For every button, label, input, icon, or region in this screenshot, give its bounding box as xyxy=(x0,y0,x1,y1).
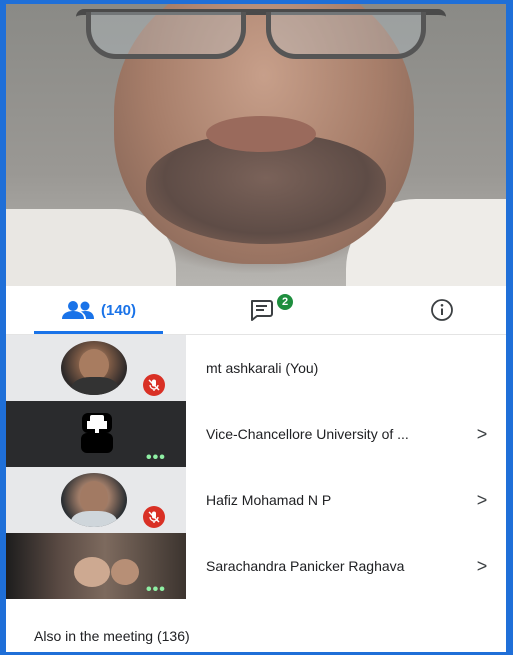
chevron-right-icon[interactable]: > xyxy=(468,424,496,445)
also-in-meeting-heading: Also in the meeting (136) xyxy=(34,628,190,644)
main-speaker-video[interactable] xyxy=(6,4,506,286)
mic-off-icon xyxy=(143,374,165,396)
participant-thumbnail xyxy=(6,467,186,533)
participant-list: mt ashkarali (You) ••• Vice-Chancellore … xyxy=(6,335,506,599)
tab-chat[interactable] xyxy=(212,286,312,334)
video-person xyxy=(74,557,110,587)
tab-bar: (140) 2 xyxy=(6,286,506,335)
participant-name: mt ashkarali (You) xyxy=(206,360,319,376)
people-count: (140) xyxy=(100,301,137,319)
participant-name: Vice-Chancellore University of ... xyxy=(206,426,409,442)
participant-row[interactable]: ••• Vice-Chancellore University of ... > xyxy=(6,401,506,467)
tab-people[interactable]: (140) xyxy=(26,286,171,334)
avatar xyxy=(61,341,127,395)
participant-name: Hafiz Mohamad N P xyxy=(206,492,332,508)
mic-off-icon xyxy=(143,506,165,528)
pin-placeholder-icon xyxy=(81,413,113,453)
chat-unread-badge: 2 xyxy=(276,293,294,311)
participant-row[interactable]: ••• Sarachandra Panicker Raghava > xyxy=(6,533,506,599)
participant-name: Sarachandra Panicker Raghava xyxy=(206,558,405,574)
video-person xyxy=(111,559,139,585)
participant-thumbnail: ••• xyxy=(6,401,186,467)
participant-row[interactable]: Hafiz Mohamad N P > xyxy=(6,467,506,533)
people-icon xyxy=(61,301,94,319)
more-dots-icon: ••• xyxy=(146,581,166,598)
video-glass-right xyxy=(266,12,426,59)
more-dots-icon: ••• xyxy=(146,449,166,466)
avatar xyxy=(61,473,127,527)
video-glass-left xyxy=(86,12,246,59)
participant-thumbnail: ••• xyxy=(6,533,186,599)
video-mouth xyxy=(206,116,316,152)
participant-thumbnail xyxy=(6,335,186,401)
chevron-right-icon[interactable]: > xyxy=(468,490,496,511)
meeting-screen: (140) 2 mt ashkarali (You) ••• Vice-Chan… xyxy=(6,4,506,652)
chevron-right-icon[interactable]: > xyxy=(468,556,496,577)
participant-row[interactable]: mt ashkarali (You) xyxy=(6,335,506,401)
info-icon xyxy=(431,299,453,321)
tab-info[interactable] xyxy=(392,286,492,334)
chat-icon xyxy=(251,300,273,321)
